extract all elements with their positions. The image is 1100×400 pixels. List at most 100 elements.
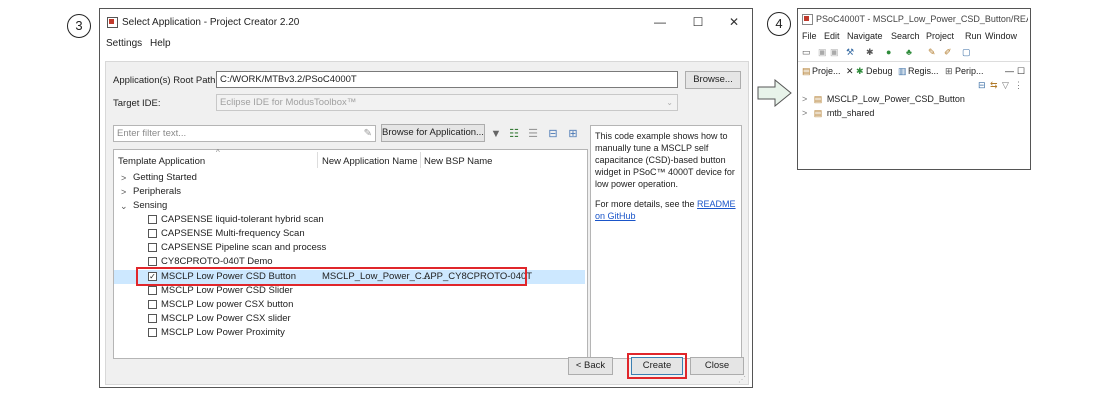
tree-group-getting-started[interactable]: > Getting Started [115, 171, 575, 185]
ide-menu-window[interactable]: Window [985, 30, 1017, 42]
description-panel: This code example shows how to manually … [590, 125, 742, 359]
root-path-label: Application(s) Root Path: [113, 75, 219, 86]
chevron-right-icon[interactable]: > [802, 108, 807, 118]
open-type-icon[interactable]: ✎ [928, 46, 936, 58]
list-item[interactable]: CY8CPROTO-040T Demo [115, 255, 575, 269]
back-button[interactable]: < Back [568, 357, 613, 375]
create-button[interactable]: Create [631, 357, 683, 375]
close-button[interactable]: Close [690, 357, 744, 375]
run-icon[interactable]: ● [886, 46, 891, 58]
tab-peripherals[interactable]: Perip... [955, 65, 984, 77]
list-item[interactable]: CAPSENSE Pipeline scan and process [115, 241, 575, 255]
filter-input[interactable]: Enter filter text... ✎ [113, 125, 376, 142]
template-checkbox[interactable] [148, 286, 157, 295]
list-item[interactable]: CAPSENSE liquid-tolerant hybrid scan [115, 213, 575, 227]
build-icon[interactable]: ⚒ [846, 46, 854, 58]
ide-menu-edit[interactable]: Edit [824, 30, 840, 42]
list-item[interactable]: MSCLP Low Power Proximity [115, 326, 575, 340]
chevron-down-icon[interactable]: ⌄ [120, 199, 128, 213]
view-toolbar: ⊟ ⇆ ▽ ⋮ [978, 79, 1028, 91]
column-divider [420, 152, 421, 168]
ide-menu-file[interactable]: File [802, 30, 817, 42]
close-tab-icon[interactable]: ✕ [846, 65, 854, 77]
template-label: CAPSENSE Pipeline scan and process [161, 242, 327, 253]
project-folder-icon: ▤ [813, 94, 823, 104]
collapse-all-icon[interactable]: ⊟ [547, 128, 559, 140]
list-item[interactable]: MSCLP Low Power CSD Slider [115, 284, 575, 298]
collapse-all-icon[interactable]: ⊟ [978, 79, 986, 91]
new-application-name-cell[interactable]: MSCLP_Low_Power_C... [322, 270, 430, 284]
new-file-icon[interactable]: ▭ [802, 46, 811, 58]
template-checkbox[interactable] [148, 257, 157, 266]
template-label: CY8CPROTO-040T Demo [161, 256, 273, 267]
browse-for-application-button[interactable]: Browse for Application... [381, 124, 485, 142]
project-name: MSCLP_Low_Power_CSD_Button [826, 94, 965, 104]
maximize-icon[interactable]: ☐ [690, 15, 706, 29]
list-item-selected[interactable]: ✓ MSCLP Low Power CSD Button MSCLP_Low_P… [114, 270, 585, 284]
template-checkbox[interactable] [148, 243, 157, 252]
debug-icon[interactable]: ✱ [866, 46, 874, 58]
new-bsp-name-cell[interactable]: APP_CY8CPROTO-040T [424, 270, 532, 284]
minimize-icon[interactable]: — [652, 15, 668, 29]
screen-icon[interactable]: ▢ [962, 46, 971, 58]
project-folder-icon: ▤ [813, 108, 823, 118]
select-application-dialog: Select Application - Project Creator 2.2… [99, 8, 753, 388]
minimize-view-icon[interactable]: — [1005, 65, 1014, 77]
ide-menu-navigate[interactable]: Navigate [847, 30, 883, 42]
list-item[interactable]: MSCLP Low power CSX button [115, 298, 575, 312]
pen-tool-icon[interactable]: ✐ [944, 46, 952, 58]
list-item[interactable]: CAPSENSE Multi-frequency Scan [115, 227, 575, 241]
link-editor-icon[interactable]: ⇆ [990, 79, 998, 91]
list-item[interactable]: MSCLP Low Power CSX slider [115, 312, 575, 326]
ide-menu-project[interactable]: Project [926, 30, 954, 42]
template-checkbox[interactable] [148, 314, 157, 323]
chevron-right-icon[interactable]: > [121, 171, 126, 185]
tab-project-explorer[interactable]: Proje... [812, 65, 841, 77]
root-path-input[interactable]: C:/WORK/MTBv3.2/PSoC4000T [216, 71, 678, 88]
menu-settings[interactable]: Settings [106, 38, 142, 49]
save-all-icon[interactable]: ▣ [830, 46, 839, 58]
tab-debug[interactable]: Debug [866, 65, 893, 77]
eclipse-ide-window: PSoC4000T - MSCLP_Low_Power_CSD_Button/R… [797, 8, 1031, 170]
view-menu-icon[interactable]: ⋮ [1014, 79, 1023, 91]
clear-filter-icon[interactable]: ✎ [364, 126, 372, 141]
tree-group-peripherals[interactable]: > Peripherals [115, 185, 575, 199]
ide-toolbar: ▭ ▣ ▣ ⚒ ✱ ● ♣ ✎ ✐ ▢ [802, 46, 1028, 59]
ide-view-tabs: ▤ Proje... ✕ ✱ Debug ▥ Regis... ⊞ Perip.… [802, 65, 1028, 79]
dialog-menubar: Settings Help [106, 38, 306, 52]
close-icon[interactable]: ✕ [726, 15, 742, 29]
ide-menu-run[interactable]: Run [965, 30, 982, 42]
collapse-tree-icon[interactable]: ☰ [527, 128, 539, 140]
template-checkbox[interactable] [148, 229, 157, 238]
target-ide-select: Eclipse IDE for ModusToolbox™ ⌄ [216, 94, 678, 111]
resize-grip-icon[interactable]: ⋰ [738, 375, 746, 384]
template-checkbox-checked[interactable]: ✓ [148, 272, 157, 281]
run-external-icon[interactable]: ♣ [906, 46, 912, 58]
maximize-view-icon[interactable]: ☐ [1017, 65, 1025, 77]
column-new-application-name[interactable]: New Application Name [322, 156, 418, 167]
template-checkbox[interactable] [148, 300, 157, 309]
tree-group-sensing[interactable]: ⌄ Sensing [115, 199, 575, 213]
save-icon[interactable]: ▣ [818, 46, 827, 58]
filter-icon[interactable]: ▽ [1002, 79, 1009, 91]
chevron-right-icon[interactable]: > [802, 94, 807, 104]
column-new-bsp-name[interactable]: New BSP Name [424, 156, 492, 167]
flow-arrow-icon [757, 79, 792, 107]
description-more-text: For more details, see the [595, 199, 698, 209]
project-item[interactable]: > ▤ mtb_shared [802, 107, 874, 119]
template-label: MSCLP Low Power Proximity [161, 327, 285, 338]
expand-all-icon[interactable]: ⊞ [567, 128, 579, 140]
tab-registers[interactable]: Regis... [908, 65, 939, 77]
expand-tree-icon[interactable]: ☷ [508, 128, 520, 140]
ide-menu-search[interactable]: Search [891, 30, 920, 42]
chevron-down-icon: ⌄ [666, 98, 673, 107]
filter-icon[interactable]: ▼ [490, 128, 502, 140]
project-item[interactable]: > ▤ MSCLP_Low_Power_CSD_Button [802, 93, 965, 105]
template-checkbox[interactable] [148, 215, 157, 224]
dialog-title: Select Application - Project Creator 2.2… [122, 17, 300, 28]
menu-help[interactable]: Help [150, 38, 171, 49]
chevron-right-icon[interactable]: > [121, 185, 126, 199]
browse-button[interactable]: Browse... [685, 71, 741, 89]
template-checkbox[interactable] [148, 328, 157, 337]
column-template-application[interactable]: Template Application [118, 156, 205, 167]
